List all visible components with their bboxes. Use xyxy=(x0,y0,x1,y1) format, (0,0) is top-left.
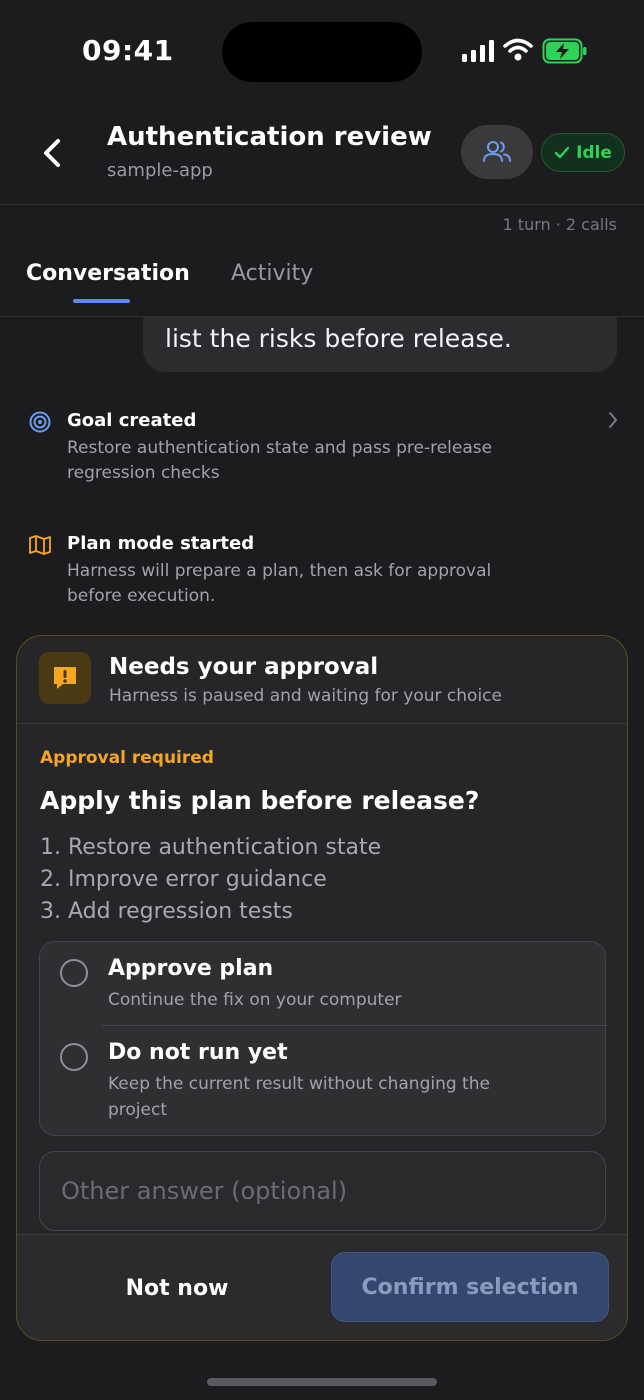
navigation-header: Authentication review sample-app Idle xyxy=(0,100,644,205)
option-description: Keep the current result without changing… xyxy=(108,1074,490,1120)
approval-card: Needs your approval Harness is paused an… xyxy=(16,635,628,1341)
approval-actions: Not now Confirm selection xyxy=(17,1234,627,1340)
active-tab-underline xyxy=(73,299,130,303)
user-message-text: list the risks before release. xyxy=(165,324,512,353)
checkmark-icon xyxy=(554,146,570,158)
participants-button[interactable] xyxy=(461,125,533,179)
event-title: Plan mode started xyxy=(67,533,255,554)
alert-message-icon xyxy=(54,667,76,689)
map-icon xyxy=(29,535,51,555)
status-bar: 09:41 xyxy=(0,0,644,100)
goal-created-event[interactable]: Goal created Restore authentication stat… xyxy=(0,410,644,490)
battery-charging-icon xyxy=(542,38,587,64)
event-title: Goal created xyxy=(67,410,197,431)
option-title: Approve plan xyxy=(108,956,274,981)
status-time: 09:41 xyxy=(82,34,174,67)
option-do-not-run[interactable]: Do not run yet Keep the current result w… xyxy=(40,1026,607,1136)
back-chevron-icon[interactable] xyxy=(38,136,68,170)
plan-step: 3. Add regression tests xyxy=(40,899,293,924)
wifi-icon xyxy=(503,38,533,61)
cellular-signal-icon xyxy=(462,40,494,62)
people-icon xyxy=(483,141,511,162)
approval-subtitle: Harness is paused and waiting for your c… xyxy=(109,686,502,706)
dynamic-island xyxy=(222,22,422,82)
other-answer-input[interactable] xyxy=(39,1151,606,1231)
project-name: sample-app xyxy=(107,160,213,181)
event-description: Restore authentication state and pass pr… xyxy=(67,438,493,483)
target-icon xyxy=(29,411,51,433)
option-approve-plan[interactable]: Approve plan Continue the fix on your co… xyxy=(40,942,607,1026)
approval-title: Needs your approval xyxy=(109,654,379,680)
approval-question: Apply this plan before release? xyxy=(40,786,480,815)
plan-step: 1. Restore authentication state xyxy=(40,835,382,860)
plan-step: 2. Improve error guidance xyxy=(40,867,327,892)
status-badge-label: Idle xyxy=(576,142,612,163)
confirm-selection-button[interactable]: Confirm selection xyxy=(331,1252,609,1322)
radio-button[interactable] xyxy=(60,1043,88,1071)
option-description: Continue the fix on your computer xyxy=(108,990,402,1010)
chevron-right-icon xyxy=(609,412,617,428)
page-title: Authentication review xyxy=(107,122,432,152)
event-description: Harness will prepare a plan, then ask fo… xyxy=(67,561,492,606)
approval-card-header: Needs your approval Harness is paused an… xyxy=(17,636,627,724)
radio-button[interactable] xyxy=(60,959,88,987)
warning-badge xyxy=(39,652,91,704)
approval-required-label: Approval required xyxy=(40,748,214,768)
plan-steps: 1. Restore authentication state 2. Impro… xyxy=(40,832,381,928)
tab-activity-label[interactable]: Activity xyxy=(231,261,313,286)
approval-options: Approve plan Continue the fix on your co… xyxy=(39,941,607,1136)
option-title: Do not run yet xyxy=(108,1040,288,1065)
not-now-button[interactable]: Not now xyxy=(77,1265,277,1311)
home-indicator xyxy=(207,1378,437,1386)
turn-call-count: 1 turn · 2 calls xyxy=(502,215,617,234)
tab-bar-background: Conversation Activity xyxy=(0,244,644,317)
plan-mode-event: Plan mode started Harness will prepare a… xyxy=(0,533,644,613)
tab-conversation-label[interactable]: Conversation xyxy=(26,261,190,286)
status-badge: Idle xyxy=(541,133,625,172)
